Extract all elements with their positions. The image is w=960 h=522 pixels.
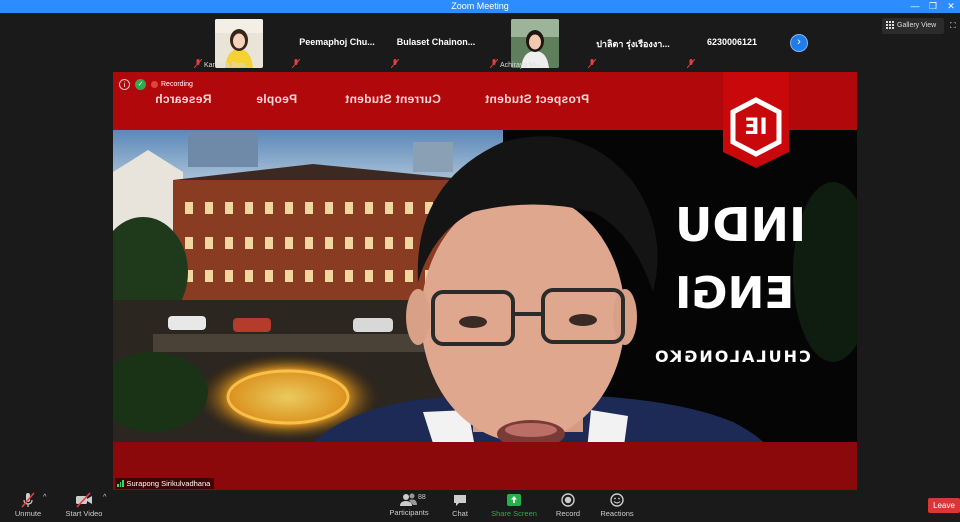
audio-level-icon <box>117 480 124 487</box>
chat-button[interactable]: Chat <box>446 492 474 518</box>
chevron-right-icon[interactable]: › <box>790 34 808 52</box>
chevron-up-icon[interactable]: ^ <box>103 492 107 501</box>
participant-tile[interactable]: 6230006121 <box>683 17 781 70</box>
window-title: Zoom Meeting <box>451 1 509 11</box>
participant-tile[interactable]: Peemaphoj Chu... <box>288 17 386 70</box>
participant-name: 6230006121 <box>706 37 758 47</box>
participant-name: Kannika Swa... <box>204 62 251 69</box>
start-video-label: Start Video <box>65 509 103 518</box>
close-button[interactable]: ✕ <box>942 0 960 13</box>
gallery-strip: Kannika Swa... Peemaphoj Chu... Bulaset … <box>0 13 960 72</box>
banner-text-engi: ENGI <box>675 268 795 319</box>
reactions-label: Reactions <box>600 509 634 518</box>
participants-icon <box>400 493 417 506</box>
recording-label: Recording <box>161 80 193 88</box>
participant-tile[interactable]: Achiraya Mu... <box>486 17 584 70</box>
info-icon[interactable]: i <box>119 78 130 90</box>
muted-mic-icon <box>391 59 399 68</box>
unmute-label: Unmute <box>14 509 42 518</box>
participant-name: Peemaphoj Chu... <box>299 37 375 47</box>
main-video[interactable]: Prospect Student Current Student People … <box>113 72 857 490</box>
participant-name: ปาลิตา รุ่งเรืองงา... <box>596 39 670 49</box>
recording-dot-icon <box>151 80 158 88</box>
muted-mic-icon <box>490 59 498 68</box>
participants-label: Participants <box>389 508 429 517</box>
speaker-name: Surapong Sirikulvadhana <box>126 479 211 488</box>
security-shield-icon[interactable]: ✓ <box>135 78 146 90</box>
share-screen-label: Share Screen <box>491 509 537 518</box>
participant-photo <box>215 19 263 68</box>
fullscreen-icon[interactable]: ⛶ <box>950 22 958 30</box>
record-label: Record <box>555 509 581 518</box>
muted-mic-icon <box>194 59 202 68</box>
unmute-button[interactable]: Unmute <box>10 492 46 518</box>
meeting-status-bar: i ✓ Recording <box>119 77 193 91</box>
window-title-bar: Zoom Meeting — ❐ ✕ <box>0 0 960 13</box>
muted-mic-icon <box>588 59 596 68</box>
smile-icon <box>610 493 624 507</box>
nav-people: People <box>256 92 298 106</box>
muted-mic-icon <box>292 59 300 68</box>
restore-button[interactable]: ❐ <box>924 0 942 13</box>
gallery-view-label: Gallery View <box>897 22 937 29</box>
ie-logo: IE <box>723 72 789 168</box>
logo-text: IE <box>744 115 768 140</box>
reactions-button[interactable]: Reactions <box>599 492 635 518</box>
banner-text-indu: INDU <box>675 198 807 252</box>
muted-mic-icon <box>21 492 35 508</box>
banner-text-chulalongkorn: CHULALONGKO <box>653 347 811 366</box>
chevron-up-icon[interactable]: ^ <box>43 492 47 501</box>
video-off-icon <box>76 492 92 508</box>
participants-count: 88 <box>418 494 426 501</box>
participant-name: Bulaset Chainon... <box>396 37 476 47</box>
chat-icon <box>454 495 466 506</box>
muted-mic-icon <box>687 59 695 68</box>
grid-icon <box>886 21 894 30</box>
start-video-button[interactable]: Start Video <box>62 492 106 518</box>
participants-button[interactable]: 88 Participants <box>388 492 430 517</box>
meeting-toolbar: Unmute ^ Start Video ^ 88 Participants C… <box>0 490 960 522</box>
share-screen-icon <box>507 494 521 506</box>
record-icon <box>561 493 575 507</box>
speaker-name-tag: Surapong Sirikulvadhana <box>115 478 215 489</box>
chat-label: Chat <box>452 509 468 518</box>
nav-prospect-student: Prospect Student <box>485 92 590 106</box>
participant-name: Achiraya Mu... <box>500 62 545 69</box>
nav-current-student: Current Student <box>345 92 441 106</box>
participant-tile[interactable]: Kannika Swa... <box>190 17 288 70</box>
minimize-button[interactable]: — <box>906 0 924 13</box>
participant-tile[interactable]: ปาลิตา รุ่งเรืองงา... <box>584 17 682 70</box>
leave-button[interactable]: Leave <box>928 498 960 513</box>
participant-tile[interactable]: Bulaset Chainon... <box>387 17 485 70</box>
record-button[interactable]: Record <box>553 492 583 518</box>
recording-indicator[interactable]: Recording <box>151 80 193 88</box>
share-screen-button[interactable]: Share Screen <box>490 492 538 518</box>
gallery-view-button[interactable]: Gallery View <box>882 18 944 34</box>
participant-photo <box>511 19 559 68</box>
nav-research: Research <box>155 92 212 106</box>
bottom-banner <box>113 442 857 490</box>
